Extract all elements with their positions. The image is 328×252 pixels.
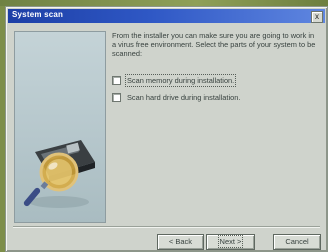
button-divider [13,226,320,228]
wizard-content: From the installer you can make sure you… [112,31,318,221]
wizard-side-panel [14,31,106,223]
scan-memory-checkbox[interactable] [112,76,121,85]
close-button[interactable]: x [311,11,323,23]
scan-hard-drive-checkbox[interactable] [112,93,121,102]
window-title: System scan [12,10,64,19]
magnifier-over-disk-icon [23,140,95,208]
next-button-label: Next > [217,235,244,248]
cancel-button[interactable]: Cancel [273,234,321,250]
scan-memory-label[interactable]: Scan memory during installation. [124,74,237,87]
next-button[interactable]: Next > [206,234,255,250]
title-bar[interactable]: System scan x [8,9,325,23]
system-scan-dialog: System scan x From the installer you can… [5,6,328,252]
back-button-label: < Back [168,237,193,246]
close-icon: x [315,12,319,21]
cancel-button-label: Cancel [285,237,309,246]
scan-memory-option[interactable]: Scan memory during installation. [112,74,237,87]
scan-hard-drive-option[interactable]: Scan hard drive during installation. [112,93,240,102]
instructions-text: From the installer you can make sure you… [112,31,316,58]
scan-hard-drive-label[interactable]: Scan hard drive during installation. [127,93,240,102]
back-button[interactable]: < Back [157,234,204,250]
